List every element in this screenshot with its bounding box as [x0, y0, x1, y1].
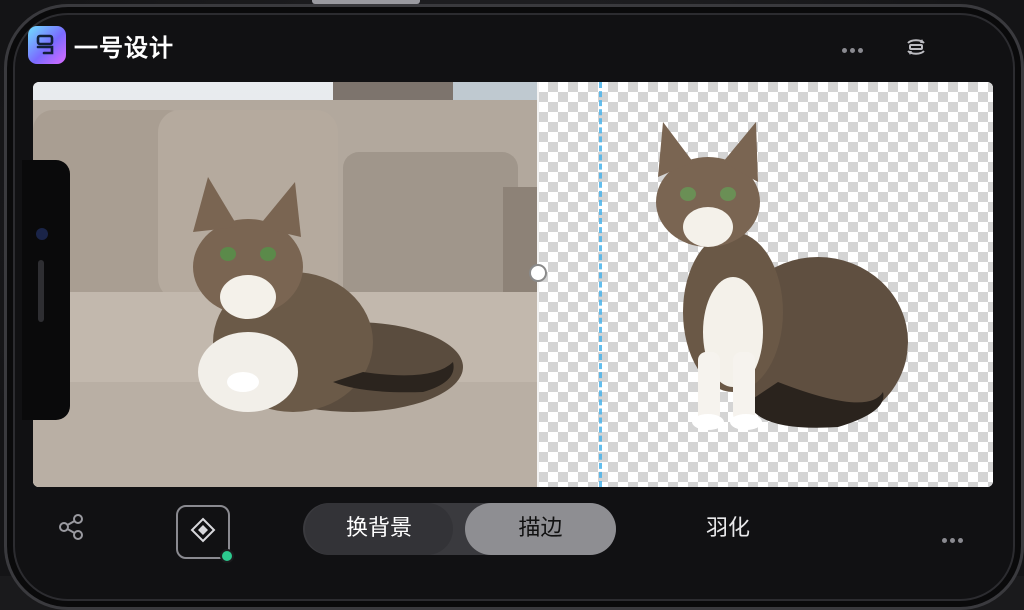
logo-glyph: [36, 34, 54, 55]
magic-select-icon[interactable]: [176, 505, 234, 563]
split-handle-icon[interactable]: [529, 264, 547, 282]
active-badge: [220, 549, 234, 563]
tab-feather[interactable]: 羽化: [668, 503, 788, 555]
dashed-guide-line: [599, 82, 602, 487]
side-camera-pill: [22, 160, 70, 420]
share-icon[interactable]: [56, 512, 86, 546]
split-divider[interactable]: [537, 82, 539, 487]
camera-dot: [36, 228, 48, 240]
cutout-preview: [656, 122, 908, 430]
more-horizontal-icon[interactable]: [942, 528, 966, 547]
app-logo-icon[interactable]: [28, 26, 66, 64]
rotate-icon[interactable]: [902, 33, 930, 65]
tab-change-background[interactable]: 换背景: [305, 503, 453, 555]
original-photo: [33, 82, 538, 487]
image-canvas[interactable]: [33, 82, 993, 487]
more-horizontal-icon[interactable]: [842, 38, 866, 57]
app-title: 一号设计: [74, 34, 174, 62]
segmented-control: 换背景 描边: [303, 503, 616, 555]
side-indicator-bar: [38, 260, 44, 322]
tab-stroke[interactable]: 描边: [465, 503, 616, 555]
top-notch: [312, 0, 420, 4]
magic-diamond-glyph: [190, 517, 216, 543]
